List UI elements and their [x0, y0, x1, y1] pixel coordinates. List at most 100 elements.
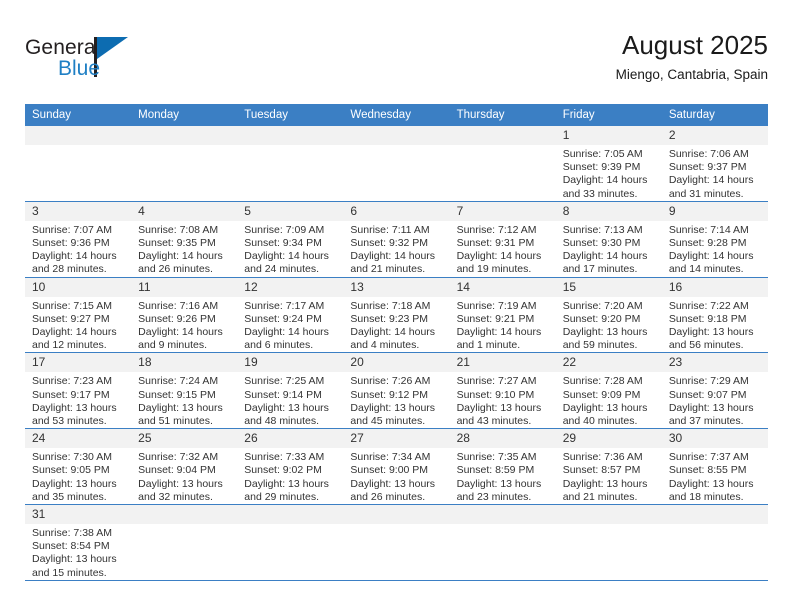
- day-detail-line: Daylight: 14 hours: [668, 174, 754, 187]
- day-number: 18: [131, 353, 238, 373]
- day-detail-line: Sunrise: 7:09 AM: [244, 223, 325, 236]
- day-detail-line: and 18 minutes.: [668, 490, 744, 503]
- calendar-day-cell[interactable]: 3 Sunrise: 7:07 AM Sunset: 9:36 PM Daylight…: [25, 201, 132, 278]
- calendar-day-cell[interactable]: 21 Sunrise: 7:27 AM Sunset: 9:10 PM Dayligh…: [449, 352, 556, 430]
- day-detail-line: Sunset: 9:09 PM: [562, 388, 641, 401]
- day-number: [449, 505, 556, 525]
- calendar-day-cell[interactable]: 28 Sunrise: 7:35 AM Sunset: 8:59 PM Dayligh…: [449, 428, 556, 506]
- day-details: Sunrise: 7:12 AM Sunset: 9:31 PM Daylight:…: [450, 221, 556, 277]
- day-detail-line: and 40 minutes.: [562, 415, 638, 428]
- calendar-day-cell[interactable]: 31 Sunrise: 7:38 AM Sunset: 8:54 PM Dayligh…: [25, 504, 132, 581]
- weekday-header-cell: Saturday: [661, 104, 768, 126]
- calendar-day-cell[interactable]: 27 Sunrise: 7:34 AM Sunset: 9:00 PM Dayligh…: [343, 428, 450, 506]
- day-details: Sunrise: 7:33 AM Sunset: 9:02 PM Daylight:…: [237, 448, 343, 504]
- day-detail-line: and 26 minutes.: [138, 263, 213, 276]
- calendar-day-cell[interactable]: 20 Sunrise: 7:26 AM Sunset: 9:12 PM Dayligh…: [343, 352, 450, 430]
- calendar-day-cell-empty: [661, 504, 768, 581]
- calendar-day-cell[interactable]: 15 Sunrise: 7:20 AM Sunset: 9:20 PM Dayligh…: [555, 277, 662, 354]
- day-detail-line: Sunrise: 7:32 AM: [138, 451, 219, 464]
- calendar-day-cell-empty: [237, 504, 344, 581]
- day-detail-line: Daylight: 14 hours: [456, 326, 542, 339]
- calendar-day-cell[interactable]: 23 Sunrise: 7:29 AM Sunset: 9:07 PM Dayligh…: [661, 352, 768, 430]
- general-blue-logo[interactable]: General Blue: [25, 36, 195, 90]
- day-details: Sunrise: 7:05 AM Sunset: 9:39 PM Daylight:…: [556, 145, 662, 201]
- logo-text-blue: Blue: [58, 57, 101, 80]
- day-details: [237, 145, 343, 148]
- day-number: 23: [661, 353, 768, 373]
- day-detail-line: Sunrise: 7:24 AM: [138, 375, 219, 388]
- calendar-day-cell[interactable]: 29 Sunrise: 7:36 AM Sunset: 8:57 PM Dayligh…: [555, 428, 662, 506]
- day-detail-line: Sunrise: 7:33 AM: [244, 451, 325, 464]
- calendar-day-cell[interactable]: 11 Sunrise: 7:16 AM Sunset: 9:26 PM Dayligh…: [131, 277, 238, 354]
- day-detail-line: Sunset: 9:32 PM: [350, 237, 429, 250]
- calendar-day-cell[interactable]: 17 Sunrise: 7:23 AM Sunset: 9:17 PM Dayligh…: [25, 352, 132, 430]
- day-detail-line: Daylight: 13 hours: [32, 477, 117, 490]
- day-detail-line: Sunrise: 7:25 AM: [244, 375, 325, 388]
- calendar-day-cell[interactable]: 30 Sunrise: 7:37 AM Sunset: 8:55 PM Dayligh…: [661, 428, 768, 506]
- day-detail-line: Sunset: 9:10 PM: [456, 388, 535, 401]
- day-number: 15: [555, 277, 662, 297]
- calendar-day-cell[interactable]: 25 Sunrise: 7:32 AM Sunset: 9:04 PM Dayligh…: [131, 428, 238, 506]
- day-details: Sunrise: 7:34 AM Sunset: 9:00 PM Daylight:…: [343, 448, 449, 504]
- day-number: 25: [131, 429, 238, 449]
- day-detail-line: Daylight: 14 hours: [562, 250, 648, 263]
- calendar-day-cell[interactable]: 26 Sunrise: 7:33 AM Sunset: 9:02 PM Dayligh…: [237, 428, 344, 506]
- day-detail-line: Daylight: 13 hours: [562, 401, 648, 414]
- flag-icon: [94, 37, 128, 77]
- calendar-day-cell[interactable]: 24 Sunrise: 7:30 AM Sunset: 9:05 PM Dayligh…: [25, 428, 132, 506]
- day-detail-line: Daylight: 14 hours: [244, 326, 329, 339]
- calendar-day-cell[interactable]: 5 Sunrise: 7:09 AM Sunset: 9:34 PM Daylight…: [237, 201, 344, 278]
- day-number: 31: [25, 505, 132, 525]
- day-detail-line: and 32 minutes.: [138, 490, 213, 503]
- calendar-day-cell[interactable]: 7 Sunrise: 7:12 AM Sunset: 9:31 PM Daylight…: [449, 201, 556, 278]
- day-number: 30: [661, 429, 768, 449]
- day-detail-line: and 1 minute.: [456, 339, 521, 352]
- day-detail-line: Sunset: 9:30 PM: [562, 237, 641, 250]
- calendar-day-cell[interactable]: 19 Sunrise: 7:25 AM Sunset: 9:14 PM Dayligh…: [237, 352, 344, 430]
- day-detail-line: Sunrise: 7:16 AM: [138, 299, 219, 312]
- day-details: Sunrise: 7:14 AM Sunset: 9:28 PM Daylight:…: [662, 221, 768, 277]
- day-details: Sunrise: 7:26 AM Sunset: 9:12 PM Daylight:…: [343, 372, 449, 428]
- calendar-day-cell[interactable]: 8 Sunrise: 7:13 AM Sunset: 9:30 PM Daylight…: [555, 201, 662, 278]
- calendar-day-cell[interactable]: 1 Sunrise: 7:05 AM Sunset: 9:39 PM Daylight…: [555, 126, 662, 202]
- day-number: 19: [237, 353, 344, 373]
- day-detail-line: Sunset: 9:12 PM: [350, 388, 429, 401]
- day-number: 1: [555, 126, 662, 145]
- day-detail-line: Sunset: 9:20 PM: [562, 312, 641, 325]
- calendar-day-cell[interactable]: 18 Sunrise: 7:24 AM Sunset: 9:15 PM Dayligh…: [131, 352, 238, 430]
- calendar-week-row: 24 Sunrise: 7:30 AM Sunset: 9:05 PM Dayligh…: [25, 428, 768, 506]
- calendar-day-cell[interactable]: 2 Sunrise: 7:06 AM Sunset: 9:37 PM Daylight…: [661, 126, 768, 202]
- calendar-week-row: 3 Sunrise: 7:07 AM Sunset: 9:36 PM Daylight…: [25, 201, 768, 278]
- day-detail-line: Sunrise: 7:36 AM: [562, 451, 643, 464]
- calendar-day-cell[interactable]: 13 Sunrise: 7:18 AM Sunset: 9:23 PM Dayligh…: [343, 277, 450, 354]
- day-number: 22: [555, 353, 662, 373]
- calendar-day-cell-empty: [237, 126, 344, 202]
- calendar-day-cell-empty: [449, 126, 556, 202]
- day-details: Sunrise: 7:29 AM Sunset: 9:07 PM Daylight:…: [662, 372, 768, 428]
- calendar-grid: Sunday Monday Tuesday Wednesday Thursday Frid…: [25, 104, 768, 581]
- page-header: General Blue August 2025 Miengo, Cantabr…: [25, 28, 768, 90]
- day-detail-line: and 9 minutes.: [138, 339, 208, 352]
- day-number: 5: [237, 201, 344, 221]
- calendar-day-cell[interactable]: 4 Sunrise: 7:08 AM Sunset: 9:35 PM Daylight…: [131, 201, 238, 278]
- day-detail-line: Daylight: 13 hours: [138, 477, 223, 490]
- day-detail-line: Sunset: 9:36 PM: [32, 237, 110, 250]
- calendar-day-cell[interactable]: 22 Sunrise: 7:28 AM Sunset: 9:09 PM Dayligh…: [555, 352, 662, 430]
- calendar-day-cell[interactable]: 12 Sunrise: 7:17 AM Sunset: 9:24 PM Dayligh…: [237, 277, 344, 354]
- day-number: [237, 126, 344, 145]
- calendar-day-cell[interactable]: 14 Sunrise: 7:19 AM Sunset: 9:21 PM Dayligh…: [449, 277, 556, 354]
- calendar-day-cell[interactable]: 16 Sunrise: 7:22 AM Sunset: 9:18 PM Dayligh…: [661, 277, 768, 354]
- day-detail-line: Sunset: 9:15 PM: [138, 388, 216, 401]
- day-detail-line: Daylight: 13 hours: [138, 401, 223, 414]
- calendar-day-cell[interactable]: 6 Sunrise: 7:11 AM Sunset: 9:32 PM Daylight…: [343, 201, 450, 278]
- calendar-day-cell-empty: [343, 504, 450, 581]
- day-detail-line: Sunset: 9:18 PM: [668, 312, 747, 325]
- day-number: 28: [449, 429, 556, 449]
- day-details: Sunrise: 7:37 AM Sunset: 8:55 PM Daylight:…: [662, 448, 768, 504]
- day-detail-line: and 37 minutes.: [668, 415, 744, 428]
- day-details: Sunrise: 7:36 AM Sunset: 8:57 PM Daylight:…: [556, 448, 662, 504]
- calendar-day-cell[interactable]: 9 Sunrise: 7:14 AM Sunset: 9:28 PM Daylight…: [661, 201, 768, 278]
- weekday-header-cell: Wednesday: [343, 104, 450, 126]
- day-detail-line: Sunrise: 7:26 AM: [350, 375, 431, 388]
- calendar-day-cell[interactable]: 10 Sunrise: 7:15 AM Sunset: 9:27 PM Dayligh…: [25, 277, 132, 354]
